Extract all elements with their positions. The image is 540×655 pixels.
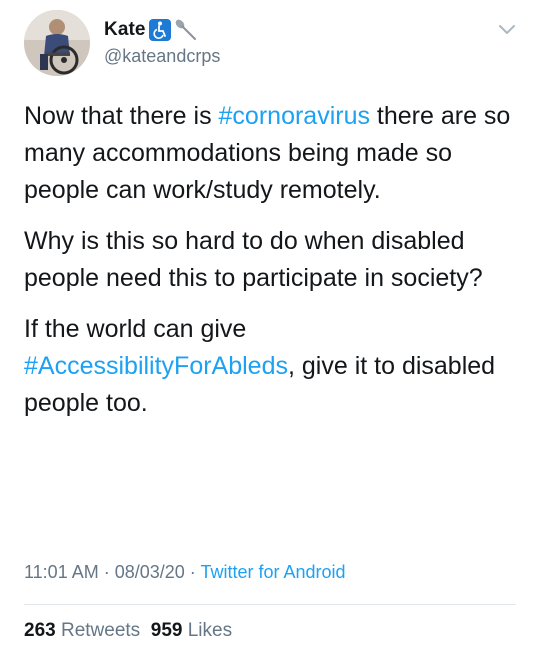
chevron-down-icon[interactable]	[498, 22, 516, 36]
handle[interactable]: @kateandcrps	[104, 46, 220, 67]
divider	[24, 604, 516, 605]
tweet-text: Now that there is #cornoravirus there ar…	[24, 98, 524, 436]
meta-separator: ·	[98, 562, 115, 582]
tweet-source-link[interactable]: Twitter for Android	[200, 562, 345, 582]
tweet-text-segment: If the world can give	[24, 315, 247, 343]
avatar-image	[24, 10, 90, 76]
display-name[interactable]: Kate	[104, 19, 146, 41]
accessibility-icon	[148, 19, 171, 41]
avatar[interactable]	[24, 10, 90, 76]
author-names: Kate @kateandcrps	[104, 16, 220, 67]
spoon-icon	[174, 18, 198, 42]
tweet-paragraph-2: Why is this so hard to do when disabled …	[24, 227, 483, 292]
likes-label: Likes	[187, 620, 233, 641]
retweets-stat[interactable]: 263 Retweets	[24, 620, 140, 641]
meta-separator: ·	[184, 562, 201, 582]
tweet-meta: 11:01 AM · 08/03/20 · Twitter for Androi…	[24, 562, 346, 583]
retweets-label: Retweets	[60, 620, 141, 641]
hashtag-link[interactable]: #cornoravirus	[219, 102, 370, 130]
tweet-stats: 263 Retweets 959 Likes	[24, 620, 232, 642]
likes-count: 959	[150, 620, 183, 641]
tweet-paragraph-1: Now that there is #cornoravirus there ar…	[24, 98, 524, 209]
tweet-paragraph-3: If the world can give #AccessibilityForA…	[24, 311, 524, 422]
tweet-date: 08/03/20	[114, 562, 185, 582]
tweet-text-segment: Now that there is	[24, 102, 219, 130]
display-name-row: Kate	[104, 16, 220, 44]
hashtag-link[interactable]: #AccessibilityForAbleds	[24, 352, 288, 380]
likes-stat[interactable]: 959 Likes	[151, 620, 232, 641]
tweet-time: 11:01 AM	[24, 562, 99, 582]
tweet-header: Kate @kateandcrps	[24, 10, 524, 82]
retweets-count: 263	[24, 620, 56, 641]
